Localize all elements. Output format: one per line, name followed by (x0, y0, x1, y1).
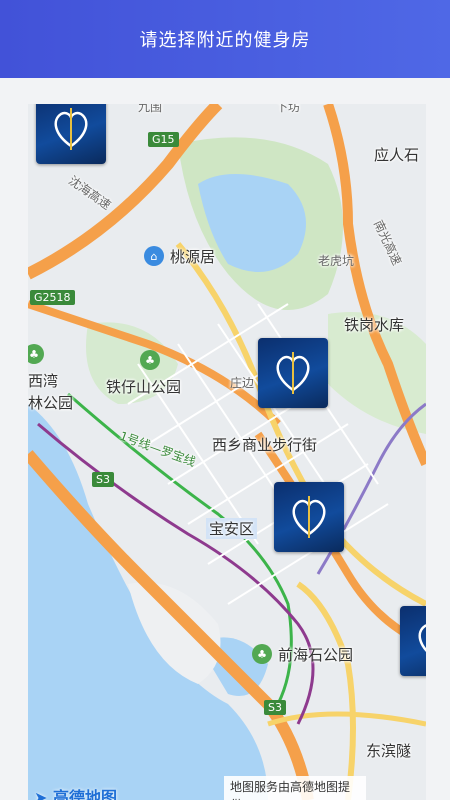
page-title: 请选择附近的健身房 (139, 30, 311, 51)
heart-logo-icon (292, 496, 326, 538)
park-icon: ♣ (252, 644, 272, 664)
label-tiezaishan-park: 铁仔山公园 (106, 378, 182, 396)
page-header: 请选择附近的健身房 (0, 0, 450, 78)
heart-logo-icon (418, 624, 426, 652)
heart-logo-icon (54, 108, 88, 150)
building-icon: ⌂ (144, 246, 164, 266)
road-tag-s3-north: S3 (92, 472, 114, 487)
label-taoyuanju: 桃源居 (170, 248, 216, 266)
label-xiakeng: 下坊 (276, 104, 301, 114)
map-logo-text: 高德地图 (52, 788, 117, 800)
label-dongbin: 东滨隧 (366, 742, 412, 760)
map-view[interactable]: G15 G2518 S3 S3 沈海高速 南光高速 九围 下坊 应人石 ⌂ 桃源… (28, 104, 426, 800)
label-lin-park: 林公园 (28, 394, 74, 412)
road-tag-s3-south: S3 (264, 700, 286, 715)
label-xiwan: 西湾 (28, 372, 59, 390)
label-yingrenshi: 应人石 (374, 146, 420, 164)
label-jiuwei: 九围 (138, 104, 163, 114)
map-logo: ➤ 高德地图 (34, 784, 117, 800)
gym-marker-1[interactable] (36, 104, 106, 164)
road-tag-g15: G15 (148, 132, 179, 147)
gym-marker-3[interactable] (274, 482, 344, 552)
label-qianhaishi-park: 前海石公园 (278, 646, 354, 664)
label-xixiang-street: 西乡商业步行街 (212, 436, 318, 454)
heart-logo-icon (276, 352, 310, 394)
label-laohukeng: 老虎坑 (318, 254, 355, 268)
label-zhuangbian: 庄边 (230, 376, 255, 390)
label-tiegang-reservoir: 铁岗水库 (344, 316, 405, 334)
park-icon: ♣ (140, 350, 160, 370)
road-tag-g2518: G2518 (30, 290, 75, 305)
gym-marker-2[interactable] (258, 338, 328, 408)
label-baoan: 宝安区 (206, 518, 258, 539)
gym-marker-4[interactable] (400, 606, 426, 676)
navigation-arrow-icon: ➤ (34, 788, 48, 800)
map-credit: 地图服务由高德地图提供 (224, 776, 366, 800)
